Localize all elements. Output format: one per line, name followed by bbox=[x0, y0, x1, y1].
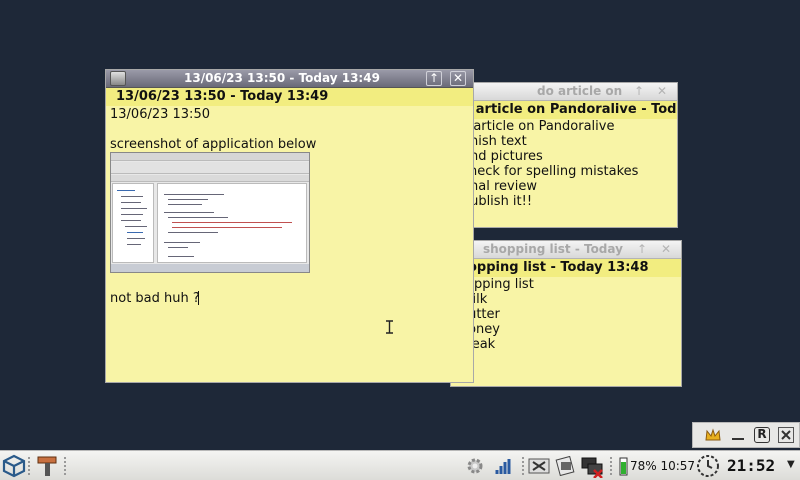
note-titlebar[interactable]: 13/06/23 13:50 - Today 13:49 ↑ ✕ bbox=[106, 70, 473, 88]
taskbar-separator bbox=[522, 457, 525, 475]
brush-tool-icon[interactable] bbox=[35, 454, 59, 478]
taskbar-separator bbox=[28, 457, 31, 475]
wifi-icon[interactable] bbox=[494, 456, 516, 476]
settings-gear-icon[interactable] bbox=[465, 456, 485, 476]
start-menu-icon[interactable] bbox=[2, 454, 26, 478]
network-disconnected-icon[interactable] bbox=[580, 454, 604, 478]
note-window-pandoralive[interactable]: do article on Pandoralive - Today ↑ ✕ do… bbox=[452, 82, 678, 228]
close-icon[interactable] bbox=[778, 427, 794, 443]
notes-tray-icon[interactable] bbox=[555, 456, 577, 476]
taskbar-menu-arrow[interactable]: ▼ bbox=[787, 459, 795, 470]
minimize-icon[interactable] bbox=[731, 428, 745, 442]
note-line: - check for spelling mistakes bbox=[453, 164, 639, 179]
taskbar: 78% 10:57 21:52 ▼ bbox=[0, 450, 800, 480]
battery-icon bbox=[619, 457, 628, 476]
embedded-screenshot-image bbox=[110, 152, 310, 273]
note-titlebar[interactable]: shopping list - Today ↑ ✕ bbox=[451, 241, 681, 259]
raise-button[interactable]: ↑ bbox=[426, 71, 442, 86]
battery-status[interactable]: 78% 10:57 bbox=[630, 459, 695, 473]
mouse-ibeam-cursor bbox=[386, 320, 393, 334]
tray-popup: R bbox=[692, 422, 800, 448]
note-heading: shopping list - Today 13:48 bbox=[451, 259, 681, 277]
close-button[interactable]: ✕ bbox=[654, 84, 670, 99]
note-line: screenshot of application below bbox=[110, 137, 317, 152]
note-title: 13/06/23 13:50 - Today 13:49 bbox=[184, 71, 380, 85]
r-button[interactable]: R bbox=[754, 427, 770, 443]
note-footer-line: not bad huh ? bbox=[110, 291, 200, 306]
raise-button[interactable]: ↑ bbox=[631, 84, 647, 99]
window-manager-icon[interactable] bbox=[528, 457, 550, 475]
close-button[interactable]: ✕ bbox=[450, 71, 466, 86]
clock-icon bbox=[697, 455, 719, 477]
close-button[interactable]: ✕ bbox=[658, 242, 674, 257]
raise-button[interactable]: ↑ bbox=[634, 242, 650, 257]
clock-time[interactable]: 21:52 bbox=[727, 456, 775, 475]
note-heading: 13/06/23 13:50 - Today 13:49 bbox=[106, 88, 473, 106]
note-window-shopping[interactable]: shopping list - Today ↑ ✕ shopping list … bbox=[450, 240, 682, 387]
text-cursor bbox=[198, 291, 199, 305]
note-titlebar[interactable]: do article on Pandoralive - Today ↑ ✕ bbox=[453, 83, 677, 101]
taskbar-separator bbox=[64, 457, 67, 475]
note-title: shopping list - Today bbox=[483, 242, 623, 256]
notes-app-icon[interactable] bbox=[110, 71, 126, 86]
taskbar-separator bbox=[610, 457, 613, 475]
note-window-screenshot[interactable]: 13/06/23 13:50 - Today 13:49 ↑ ✕ 13/06/2… bbox=[105, 69, 474, 383]
crown-icon[interactable] bbox=[705, 428, 721, 442]
note-line: 13/06/23 13:50 bbox=[110, 107, 210, 122]
note-line: do article on Pandoralive bbox=[453, 119, 615, 134]
note-heading: do article on Pandoralive - Today bbox=[453, 101, 677, 119]
note-title: do article on Pandoralive - Today bbox=[537, 84, 627, 98]
